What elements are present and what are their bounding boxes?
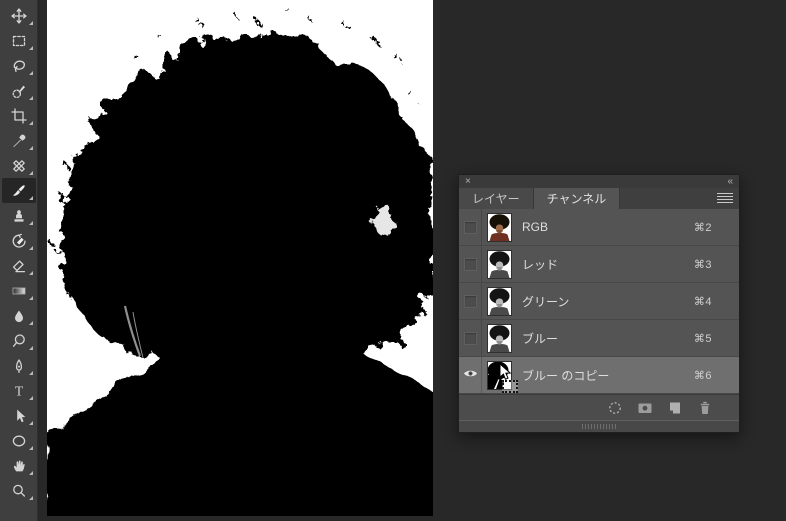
delete-channel-button[interactable] (697, 400, 713, 416)
visibility-checkbox[interactable] (459, 283, 482, 319)
eyedropper-tool-icon (12, 134, 25, 147)
healing-brush-tool-icon (12, 159, 25, 172)
gradient-tool-icon (12, 287, 25, 294)
panel-footer (459, 394, 739, 421)
silhouette-image (47, 0, 433, 516)
channel-shortcut: ⌘2 (693, 221, 712, 234)
healing-brush-tool[interactable] (2, 153, 36, 178)
tools-palette: T (0, 0, 38, 521)
channel-name: レッド (522, 257, 559, 272)
dodge-tool[interactable] (2, 328, 36, 353)
visibility-checkbox[interactable] (459, 320, 482, 356)
document-canvas[interactable] (47, 0, 433, 516)
visibility-checkbox[interactable] (459, 209, 482, 245)
gradient-tool[interactable] (2, 278, 36, 303)
crop-tool-icon (10, 107, 27, 124)
delete-channel-icon (700, 401, 710, 414)
type-tool-icon: T (14, 383, 23, 398)
blur-tool[interactable] (2, 303, 36, 328)
collapse-panel-icon[interactable]: « (727, 176, 733, 187)
ellipse-tool-icon (12, 435, 25, 446)
channels-panel: × « レイヤー チャンネル RGB ⌘2 レッド ⌘3 グリーン ⌘4 ブルー… (458, 174, 740, 433)
history-brush-tool-icon (12, 233, 26, 248)
channel-row[interactable]: ブルー のコピー ⌘6 (459, 357, 739, 394)
history-brush-tool[interactable] (2, 228, 36, 253)
channel-shortcut: ⌘3 (693, 258, 712, 271)
close-icon[interactable]: × (465, 176, 471, 187)
pen-tool-icon (15, 358, 22, 373)
pen-tool[interactable] (2, 353, 36, 378)
blur-tool-icon (14, 310, 23, 322)
channel-thumbnail[interactable] (487, 212, 512, 242)
save-selection-as-channel-icon (638, 403, 652, 413)
brush-tool-icon (12, 184, 25, 196)
crop-tool[interactable] (2, 103, 36, 128)
empty-visibility-box-icon (463, 257, 477, 271)
channel-name: ブルー (522, 331, 559, 346)
channel-shortcut: ⌘5 (693, 332, 712, 345)
move-tool-icon (10, 7, 27, 24)
lasso-tool-icon (13, 60, 25, 72)
quick-selection-tool[interactable] (2, 78, 36, 103)
load-channel-as-selection-icon (609, 401, 621, 414)
channel-row[interactable]: レッド ⌘3 (459, 246, 739, 283)
clone-stamp-tool-icon (14, 209, 23, 222)
panel-menu-icon[interactable] (717, 191, 733, 205)
hand-tool-icon (13, 459, 25, 471)
lasso-tool[interactable] (2, 53, 36, 78)
zoom-tool-icon (12, 484, 25, 497)
channel-row[interactable]: グリーン ⌘4 (459, 283, 739, 320)
marquee-tool[interactable] (2, 28, 36, 53)
path-selection-tool[interactable] (2, 403, 36, 428)
panel-title-strip: × « (459, 175, 739, 188)
empty-visibility-box-icon (463, 331, 477, 345)
channel-name: RGB (522, 220, 549, 234)
dodge-tool-icon (12, 333, 25, 347)
move-tool[interactable] (2, 3, 36, 28)
resize-grip-icon[interactable] (582, 424, 616, 429)
create-new-channel-button[interactable] (667, 400, 683, 416)
channel-name: ブルー のコピー (522, 368, 610, 383)
eyedropper-tool[interactable] (2, 128, 36, 153)
panel-tab-bar: レイヤー チャンネル (459, 188, 739, 209)
channel-thumbnail[interactable] (487, 323, 512, 353)
channel-thumbnail[interactable] (487, 360, 512, 390)
eraser-tool[interactable] (2, 253, 36, 278)
type-tool[interactable]: T (2, 378, 36, 403)
channel-row[interactable]: RGB ⌘2 (459, 209, 739, 246)
save-selection-as-channel-button[interactable] (637, 400, 653, 416)
channel-row[interactable]: ブルー ⌘5 (459, 320, 739, 357)
channel-shortcut: ⌘6 (693, 369, 712, 382)
hand-tool[interactable] (2, 453, 36, 478)
empty-visibility-box-icon (463, 220, 477, 234)
channel-thumbnail[interactable] (487, 249, 512, 279)
tab-channels[interactable]: チャンネル (533, 188, 621, 209)
marquee-tool-icon (12, 35, 25, 46)
channel-shortcut: ⌘4 (693, 295, 712, 308)
load-channel-as-selection-button[interactable] (607, 400, 623, 416)
ellipse-tool[interactable] (2, 428, 36, 453)
quick-selection-tool-icon (12, 85, 25, 98)
channel-list: RGB ⌘2 レッド ⌘3 グリーン ⌘4 ブルー ⌘5 ブルー のコピー ⌘6 (459, 209, 739, 394)
channel-thumbnail[interactable] (487, 286, 512, 316)
tab-layers[interactable]: レイヤー (459, 188, 534, 209)
panel-resize-bar (459, 421, 739, 432)
eye-icon (463, 366, 478, 384)
brush-tool[interactable] (1, 178, 36, 203)
empty-visibility-box-icon (463, 294, 477, 308)
zoom-tool[interactable] (2, 478, 36, 503)
clone-stamp-tool[interactable] (2, 203, 36, 228)
svg-text:T: T (14, 383, 23, 398)
create-new-channel-icon (670, 402, 680, 413)
visibility-checkbox[interactable] (459, 246, 482, 282)
eraser-tool-icon (12, 259, 25, 272)
channel-name: グリーン (522, 294, 570, 309)
path-selection-tool-icon (16, 409, 25, 422)
visibility-eye[interactable] (459, 357, 482, 393)
